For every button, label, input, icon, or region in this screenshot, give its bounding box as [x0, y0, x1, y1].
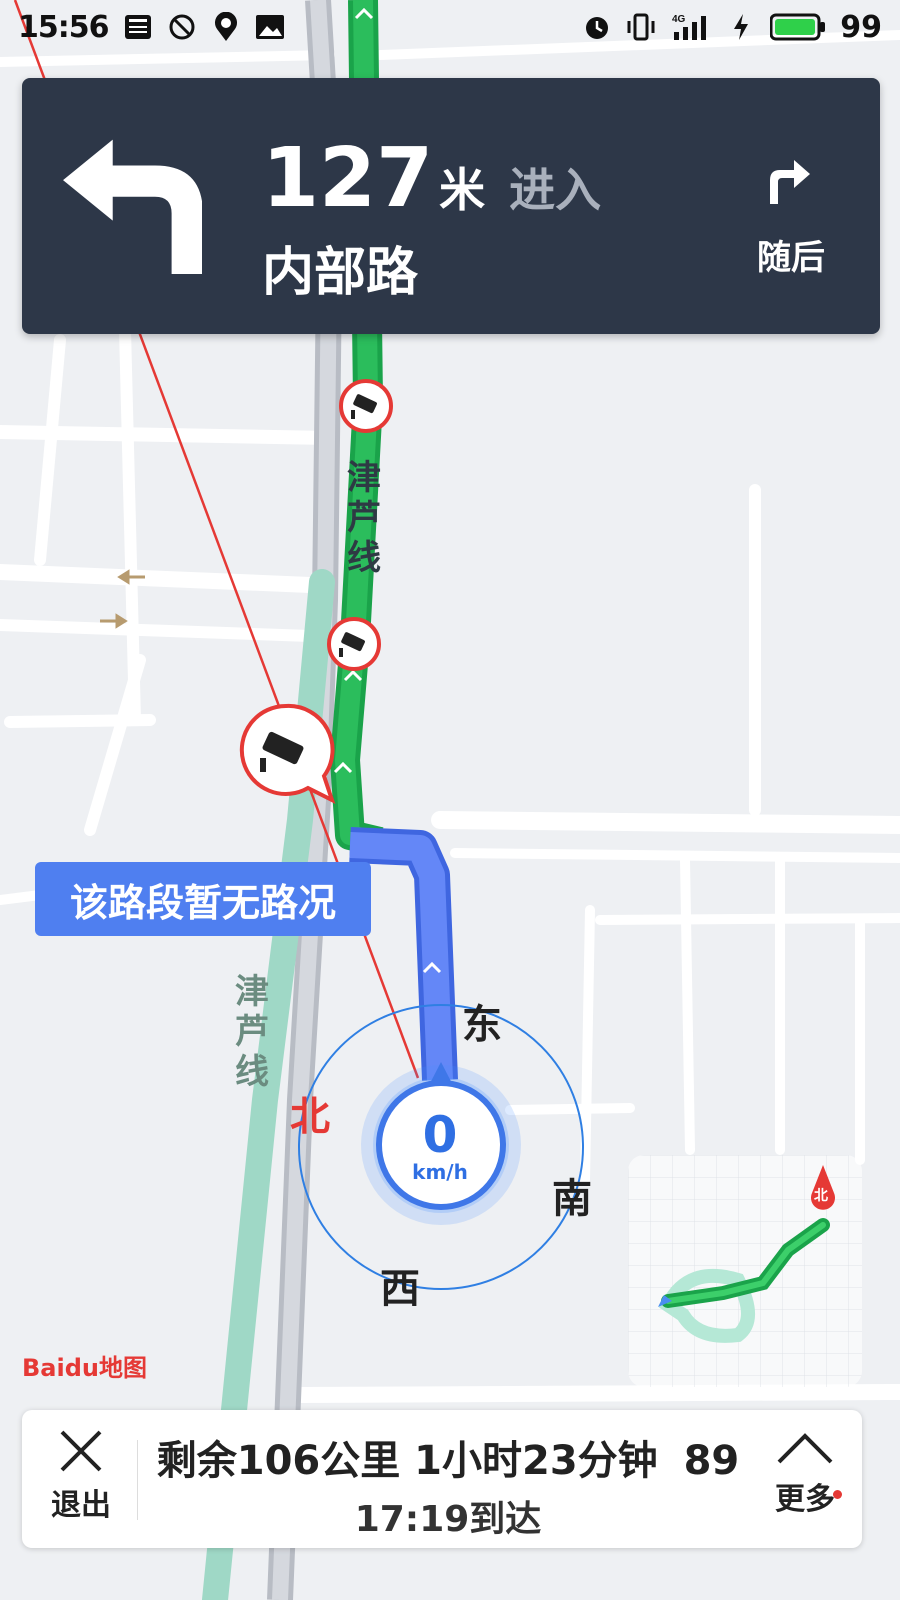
close-icon — [60, 1430, 102, 1472]
distance-value: 127 — [262, 131, 434, 226]
du-location-icon — [211, 12, 241, 42]
more-button[interactable]: 更多 — [762, 1428, 848, 1533]
speed-camera-icon[interactable] — [324, 614, 384, 674]
turn-guidance-card[interactable]: 127 米 进入 内部路 随后 — [22, 78, 880, 334]
battery-level: 99 — [840, 9, 882, 45]
distance-row: 127 米 进入 — [262, 138, 601, 220]
traffic-light-count: 89 — [683, 1438, 740, 1484]
compass-north-label: 北 — [290, 1094, 330, 1140]
speed-unit: km/h — [412, 1160, 468, 1184]
speed-camera-icon[interactable] — [336, 376, 396, 436]
road-name-label: 津芦线 — [347, 458, 381, 578]
arrival-time: 17:19到达 — [354, 1499, 542, 1540]
divider — [137, 1440, 138, 1520]
baidu-map-logo: Baidu地图 — [22, 1354, 147, 1382]
exit-navigation-button[interactable]: 退出 — [42, 1428, 120, 1533]
distance-unit: 米 — [439, 163, 486, 217]
remaining-text: 剩余106公里 1小时23分钟 — [156, 1438, 658, 1484]
speed-indicator: 0 km/h — [380, 1110, 500, 1184]
exit-label: 退出 — [51, 1488, 111, 1523]
minimap-north-label: 北 — [814, 1188, 828, 1204]
news-icon — [123, 12, 153, 42]
action-label: 进入 — [509, 163, 602, 217]
turn-right-icon — [770, 160, 810, 204]
road-name-label: 津芦线 — [235, 972, 269, 1092]
trip-info-bar: 退出 剩余106公里 1小时23分钟 89 17:19到达 更多 — [22, 1410, 862, 1548]
route-overview-minimap[interactable]: 北 — [628, 1155, 862, 1387]
svg-text:4G: 4G — [672, 14, 686, 25]
status-bar: 15:56 4G 99 — [0, 0, 900, 54]
battery-icon — [770, 12, 826, 42]
traffic-status-tip: 该路段暂无路况 — [35, 862, 371, 936]
alarm-icon — [582, 12, 612, 42]
turn-left-icon — [63, 139, 202, 275]
next-turn-label: 随后 — [757, 238, 825, 278]
notification-dot — [833, 1490, 842, 1499]
vibrate-icon — [626, 12, 656, 42]
compass-east-label: 东 — [462, 1002, 502, 1048]
remaining-distance-time: 剩余106公里 1小时23分钟 89 — [148, 1428, 748, 1486]
compass-west-label: 西 — [380, 1266, 420, 1312]
chevron-up-icon — [777, 1433, 833, 1464]
do-not-disturb-icon — [167, 12, 197, 42]
speed-camera-icon[interactable] — [236, 700, 340, 806]
signal-4g-icon: 4G — [670, 12, 712, 42]
gallery-icon — [255, 12, 285, 42]
compass-south-label: 南 — [552, 1176, 592, 1222]
charging-icon — [726, 12, 756, 42]
clock: 15:56 — [18, 9, 109, 45]
speed-value: 0 — [422, 1106, 458, 1164]
next-road-name: 内部路 — [262, 243, 419, 303]
more-label: 更多 — [775, 1482, 835, 1517]
